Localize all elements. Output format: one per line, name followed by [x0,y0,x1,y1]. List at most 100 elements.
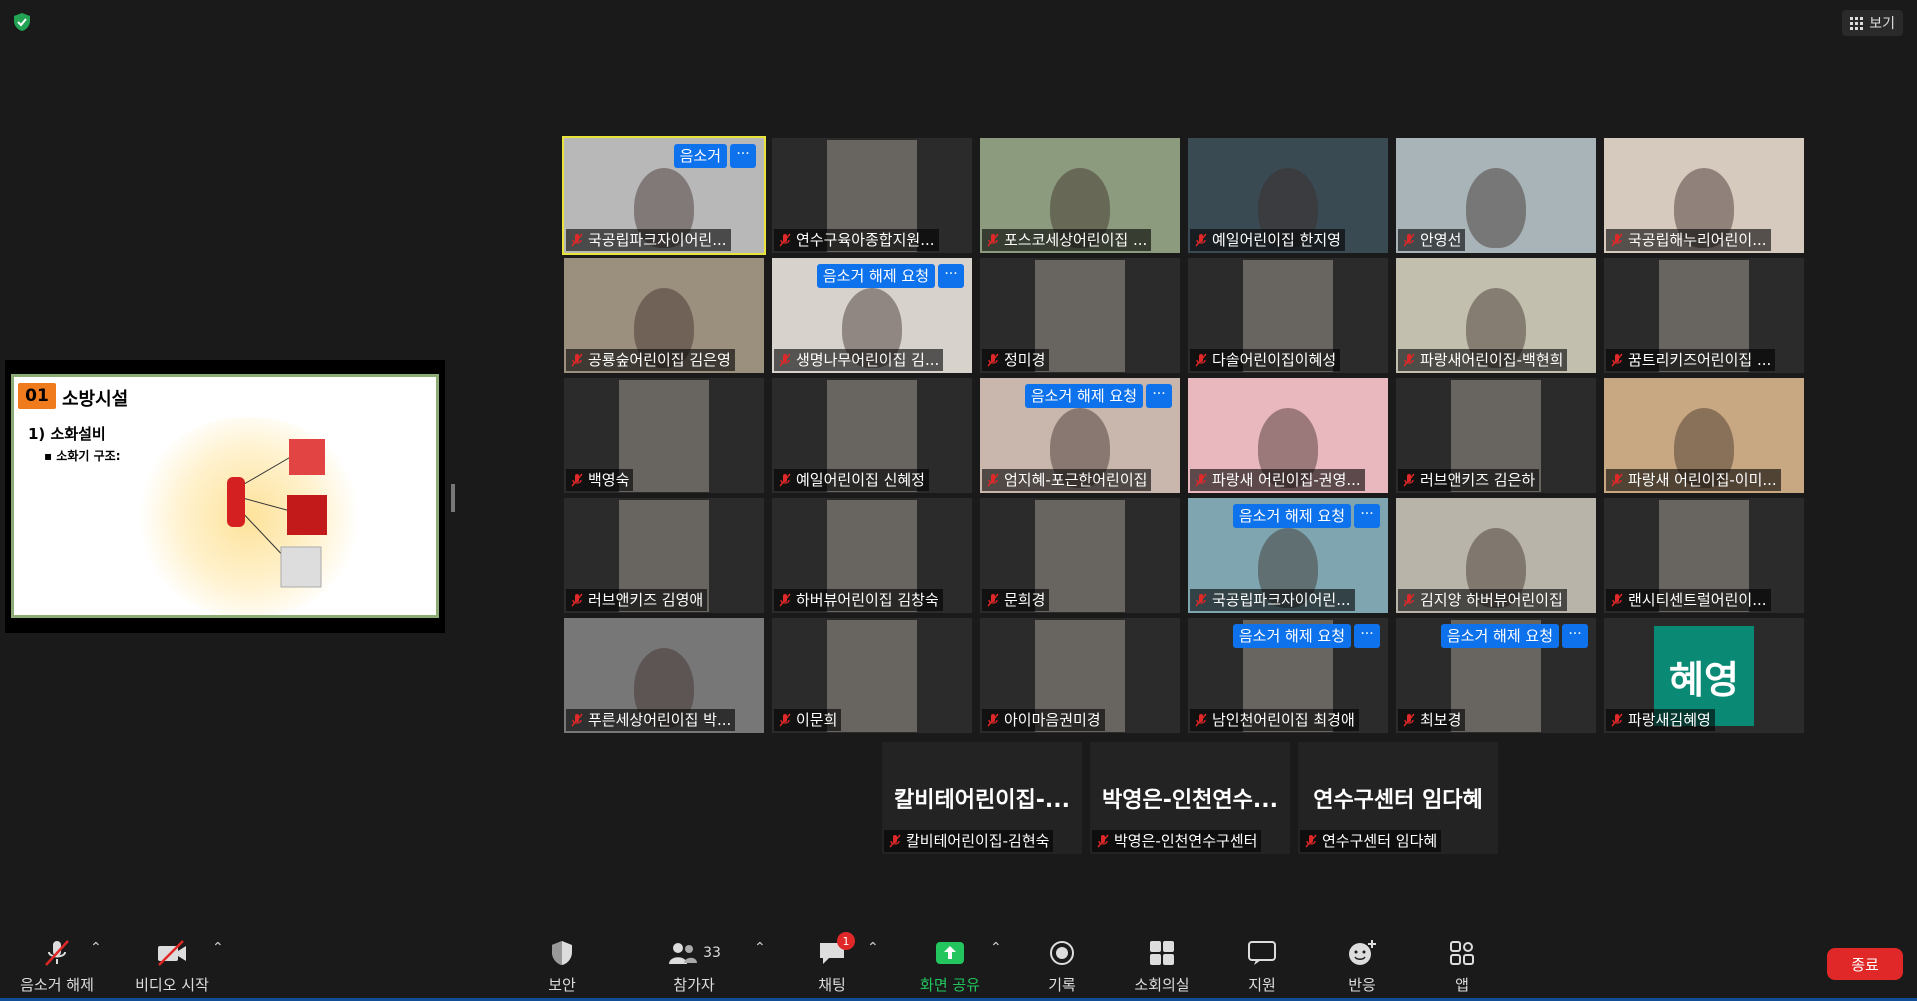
mic-muted-icon [779,473,791,487]
start-video-label: 비디오 시작 [135,976,209,994]
participant-name-label: 공룡숲어린이집 김은영 [566,349,735,371]
breakout-rooms-button[interactable]: 소회의실 [1107,936,1217,995]
participant-name-label: 엄지혜-포근한어린이집 [982,469,1152,491]
participants-button[interactable]: 33 참가자 [639,936,749,995]
more-options-button[interactable]: ··· [730,144,756,168]
participant-name: 국공립해누리어린이... [1628,231,1767,249]
mic-muted-icon [779,593,791,607]
participant-display-name: 칼비테어린이집-... [894,788,1070,813]
participant-tile[interactable]: 음소거 해제 요청 ··· 엄지혜-포근한어린이집 [980,378,1180,493]
slide-subtitle: 1) 소화설비 [28,425,106,443]
participant-tile[interactable]: 포스코세상어린이집 ... [980,138,1180,253]
more-options-button[interactable]: ··· [1146,384,1172,408]
participant-tile[interactable]: 국공립해누리어린이... [1604,138,1804,253]
fire-extinguisher-diagram [227,439,327,588]
participant-name: 박영은-인천연수구센터 [1114,832,1258,850]
participant-name: 김지양 하버뷰어린이집 [1420,591,1563,609]
mic-muted-icon [987,233,999,247]
status-tag-label: 음소거 해제 요청 [1440,624,1559,648]
participant-tile[interactable]: 파랑새어린이집-백현희 [1396,258,1596,373]
participant-tile[interactable]: 예일어린이집 한지영 [1188,138,1388,253]
apps-label: 앱 [1455,976,1469,994]
participant-name-label: 최보경 [1398,709,1466,731]
share-options-caret[interactable]: ⌃ [990,940,1002,956]
participant-tile[interactable]: 정미경 [980,258,1180,373]
participant-name-label: 랜시티센트럴어린이... [1606,589,1771,611]
participant-name: 아이마음권미경 [1004,711,1101,729]
audio-participant-tile[interactable]: 박영은-인천연수... 박영은-인천연수구센터 [1090,742,1290,854]
participant-tile[interactable]: 아이마음권미경 [980,618,1180,733]
audio-options-caret[interactable]: ⌃ [90,940,102,956]
shared-screen[interactable]: 01 소방시설 1) 소화설비 ▪ 소화기 구조: [5,360,445,633]
participant-tile[interactable]: 러브앤키즈 김영애 [564,498,764,613]
participant-tile[interactable]: 음소거 해제 요청 ··· 국공립파크자이어린... [1188,498,1388,613]
participant-name-label: 김지양 하버뷰어린이집 [1398,589,1567,611]
security-button[interactable]: 보안 [507,936,617,995]
participant-tile[interactable]: 파랑새 어린이집-권영... [1188,378,1388,493]
participant-name-label: 꿈트리키즈어린이집 ... [1606,349,1776,371]
participant-name: 파랑새 어린이집-권영... [1212,471,1361,489]
participant-tile[interactable]: 푸른세상어린이집 박... [564,618,764,733]
participant-name-label: 국공립해누리어린이... [1606,229,1771,251]
participant-tile[interactable]: 음소거 해제 요청 ··· 생명나무어린이집 김... [772,258,972,373]
audio-participant-tile[interactable]: 칼비테어린이집-... 칼비테어린이집-김현숙 [882,742,1082,854]
participant-tile[interactable]: 러브앤키즈 김은하 [1396,378,1596,493]
participants-label: 참가자 [673,976,715,994]
participant-tile[interactable]: 파랑새 어린이집-이미... [1604,378,1804,493]
mic-muted-icon [1611,473,1623,487]
end-meeting-button[interactable]: 종료 [1827,948,1903,980]
participant-tile[interactable]: 음소거 해제 요청 ··· 남인천어린이집 최경애 [1188,618,1388,733]
mic-muted-icon [1611,713,1623,727]
more-options-button[interactable]: ··· [1354,504,1380,528]
participant-tile[interactable]: 음소거 해제 요청 ··· 최보경 [1396,618,1596,733]
apps-button[interactable]: 앱 [1407,936,1517,995]
encryption-shield-icon[interactable] [12,12,32,32]
record-icon [1050,941,1074,965]
participant-tile[interactable]: 안영선 [1396,138,1596,253]
participant-tile[interactable]: 하버뷰어린이집 김창숙 [772,498,972,613]
share-screen-button[interactable]: 화면 공유 [895,936,1005,995]
view-button[interactable]: 보기 [1842,10,1903,36]
mic-muted-icon [1611,353,1623,367]
participant-tile[interactable]: 다솔어린이집이혜성 [1188,258,1388,373]
audio-participant-tile[interactable]: 연수구센터 임다혜 연수구센터 임다혜 [1298,742,1498,854]
record-button[interactable]: 기록 [1007,936,1117,995]
participant-name-label: 연수구육아종합지원... [774,229,939,251]
mic-muted-icon [1403,713,1415,727]
more-options-button[interactable]: ··· [1354,624,1380,648]
more-options-button[interactable]: ··· [938,264,964,288]
chat-options-caret[interactable]: ⌃ [867,940,879,956]
participant-tile[interactable]: 예일어린이집 신혜정 [772,378,972,493]
participant-name-label: 백영숙 [566,469,634,491]
support-button[interactable]: 지원 [1207,936,1317,995]
video-options-caret[interactable]: ⌃ [212,940,224,956]
mic-muted-icon [571,233,583,247]
participant-name-label: 안영선 [1398,229,1466,251]
mic-muted-icon [987,713,999,727]
participants-options-caret[interactable]: ⌃ [754,940,766,956]
participant-tile[interactable]: 꿈트리키즈어린이집 ... [1604,258,1804,373]
participant-tile[interactable]: 혜영 파랑새김혜영 [1604,618,1804,733]
split-view-handle[interactable] [451,484,455,512]
mic-muted-icon [1195,713,1207,727]
participant-tile[interactable]: 김지양 하버뷰어린이집 [1396,498,1596,613]
participant-tile[interactable]: 음소거 ··· 국공립파크자이어린... [562,136,766,255]
more-options-button[interactable]: ··· [1562,624,1588,648]
participant-tile[interactable]: 문희경 [980,498,1180,613]
participant-name: 푸른세상어린이집 박... [588,711,732,729]
apps-icon [1450,941,1474,965]
participant-tile[interactable]: 랜시티센트럴어린이... [1604,498,1804,613]
record-label: 기록 [1048,976,1076,994]
chat-label: 채팅 [818,976,846,994]
participant-name-label: 포스코세상어린이집 ... [982,229,1152,251]
participant-tile[interactable]: 연수구육아종합지원... [772,138,972,253]
participant-tile[interactable]: 백영숙 [564,378,764,493]
start-video-button[interactable]: 비디오 시작 [117,936,227,995]
participant-tile[interactable]: 공룡숲어린이집 김은영 [564,258,764,373]
reactions-button[interactable]: 반응 [1307,936,1417,995]
participant-name-label: 이문희 [774,709,842,731]
participant-tile[interactable]: 이문희 [772,618,972,733]
status-tag-label: 음소거 해제 요청 [1232,624,1351,648]
participant-name: 공룡숲어린이집 김은영 [588,351,731,369]
participant-name-label: 다솔어린이집이혜성 [1190,349,1341,371]
